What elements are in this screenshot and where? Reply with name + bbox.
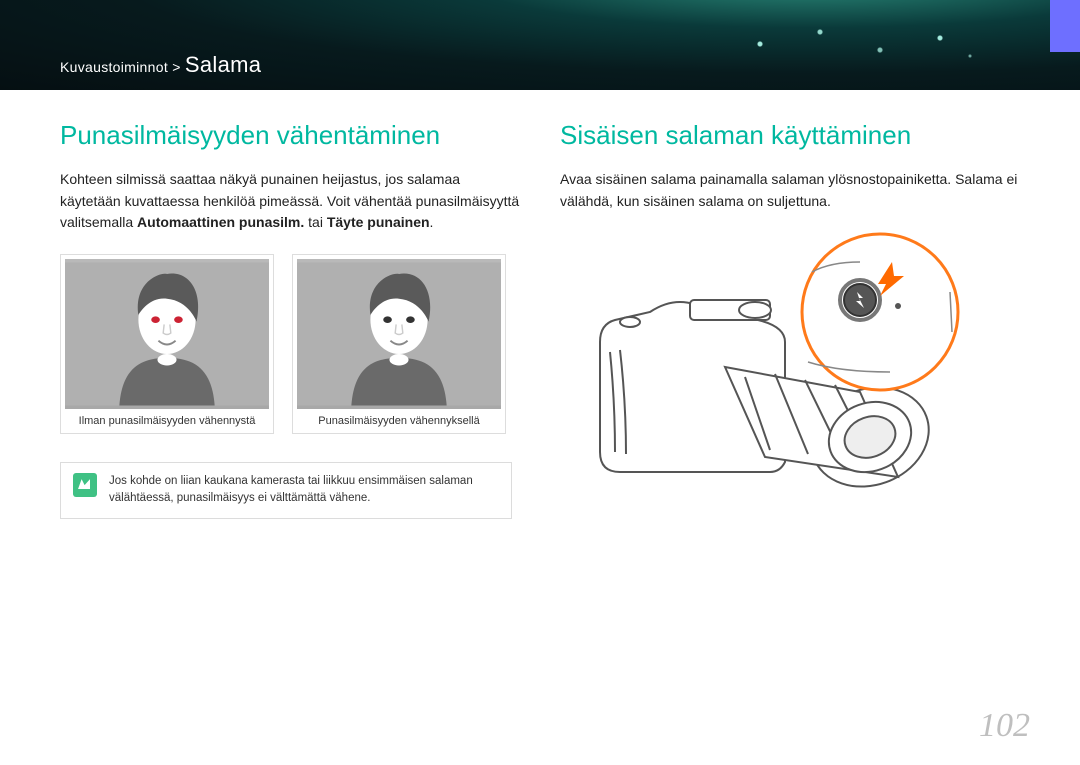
caption-without: Ilman punasilmäisyyden vähennystä (65, 409, 269, 429)
portrait-without-reduction (65, 259, 269, 409)
portrait-with-reduction (297, 259, 501, 409)
content-area: Punasilmäisyyden vähentäminen Kohteen si… (0, 90, 1080, 519)
photo-card-with: Punasilmäisyyden vähennyksellä (292, 254, 506, 434)
breadcrumb-current: Salama (185, 52, 261, 77)
page-number: 102 (979, 707, 1030, 745)
note-pen-icon (73, 473, 97, 497)
camera-illustration (560, 222, 1000, 512)
section-tab (1050, 0, 1080, 52)
breadcrumb: Kuvaustoiminnot > Salama (60, 52, 261, 78)
note-text: Jos kohde on liian kaukana kamerasta tai… (109, 473, 499, 508)
header-bar: Kuvaustoiminnot > Salama (0, 0, 1080, 90)
breadcrumb-sep: > (172, 59, 180, 75)
photo-card-without: Ilman punasilmäisyyden vähennystä (60, 254, 274, 434)
note-box: Jos kohde on liian kaukana kamerasta tai… (60, 462, 512, 519)
right-column: Sisäisen salaman käyttäminen Avaa sisäin… (560, 120, 1020, 519)
left-column: Punasilmäisyyden vähentäminen Kohteen si… (60, 120, 520, 519)
breadcrumb-category: Kuvaustoiminnot (60, 59, 168, 75)
right-heading: Sisäisen salaman käyttäminen (560, 120, 1020, 151)
left-heading: Punasilmäisyyden vähentäminen (60, 120, 520, 151)
left-paragraph: Kohteen silmissä saattaa näkyä punainen … (60, 169, 520, 234)
right-paragraph: Avaa sisäinen salama painamalla salaman … (560, 169, 1020, 212)
photo-row: Ilman punasilmäisyyden vähennystä (60, 254, 520, 434)
caption-with: Punasilmäisyyden vähennyksellä (297, 409, 501, 429)
